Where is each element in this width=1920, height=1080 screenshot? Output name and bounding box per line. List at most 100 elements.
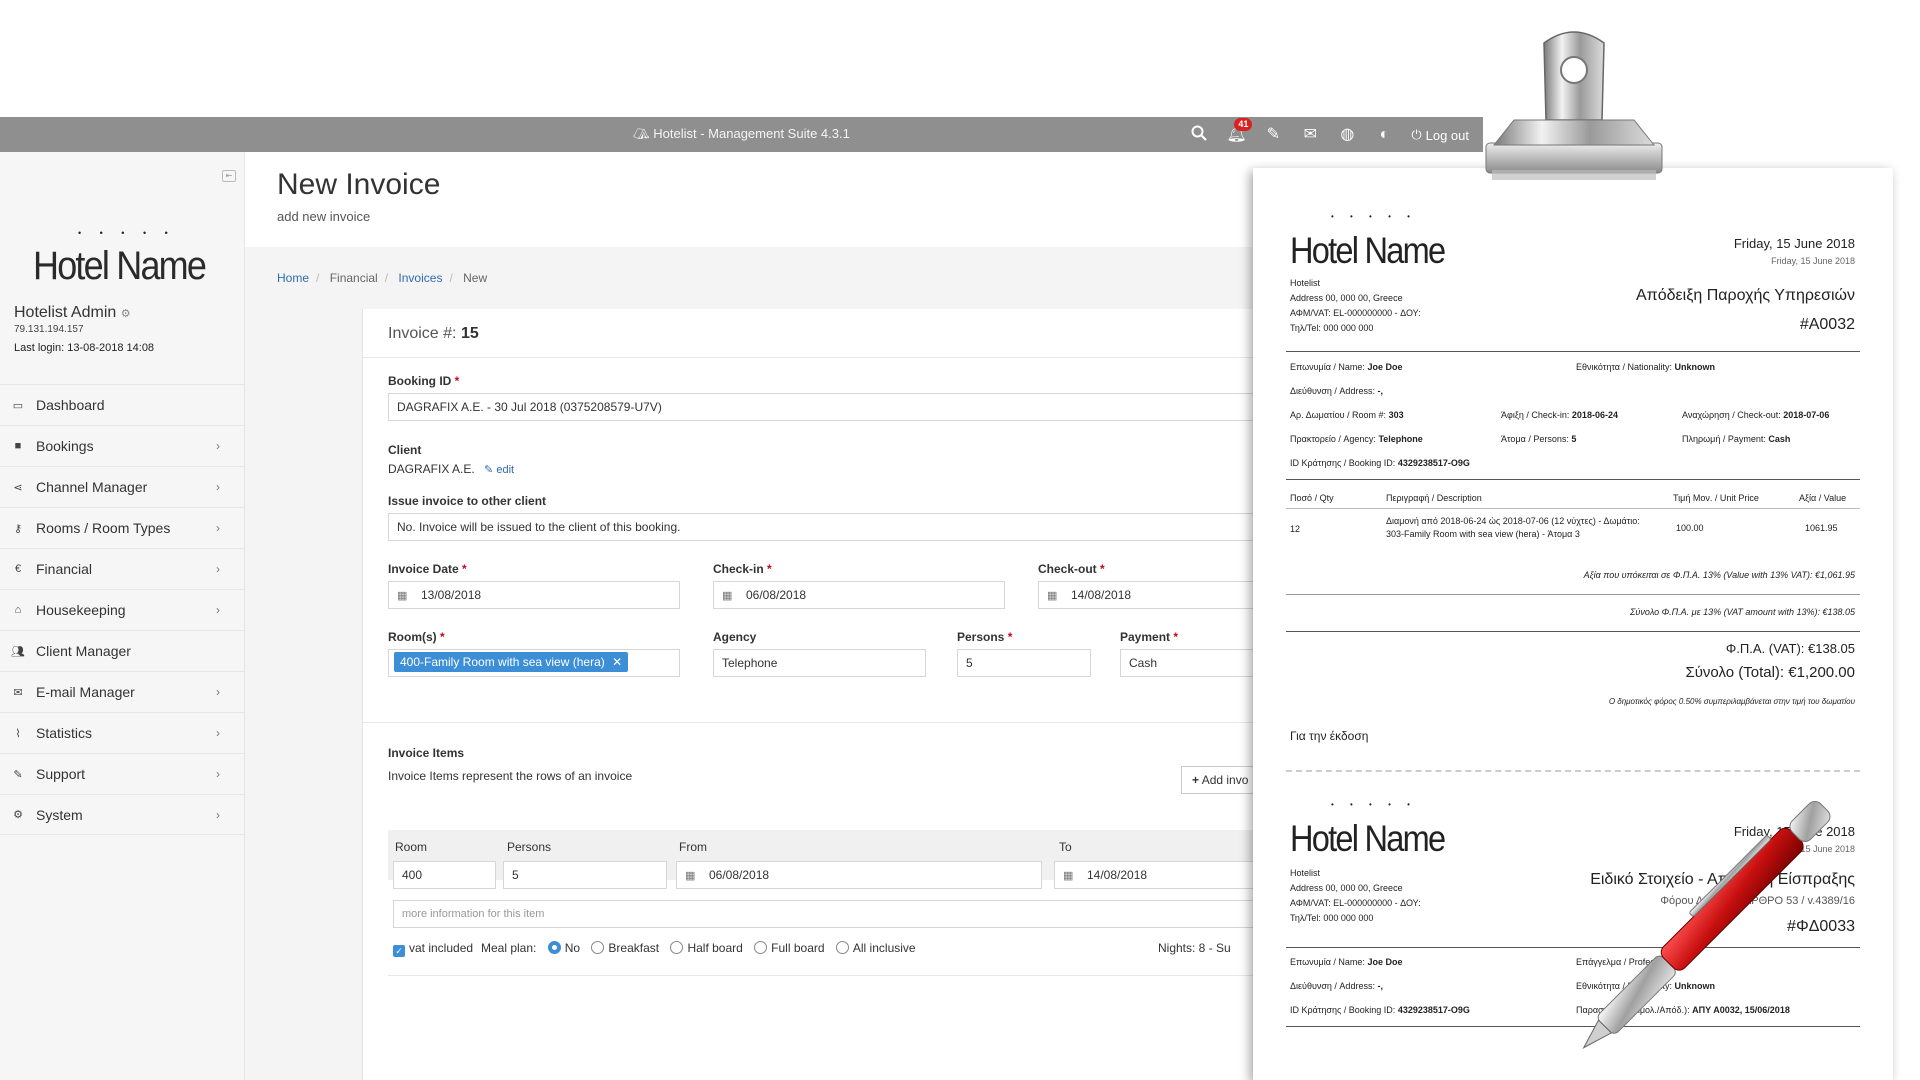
sidebar-item-rooms[interactable]: ⚷ Rooms / Room Types ›: [0, 507, 245, 548]
vat-included-checkbox[interactable]: ✓ vat included: [393, 941, 473, 957]
rooms-multiselect[interactable]: 400-Family Room with sea view (hera) ✕: [388, 649, 680, 677]
item-persons-input[interactable]: 5: [503, 861, 667, 889]
breadcrumb-invoices[interactable]: Invoices: [398, 271, 442, 285]
chevron-right-icon: ›: [216, 767, 220, 781]
sidebar-item-housekeeping[interactable]: ⌂ Housekeeping ›: [0, 589, 245, 630]
item-from-input[interactable]: ▦ 06/08/2018: [676, 861, 1042, 889]
calendar-icon: ▦: [685, 870, 696, 882]
sidebar-item-channel-manager[interactable]: ⋖ Channel Manager ›: [0, 466, 245, 507]
collapse-sidebar-button[interactable]: ⇤: [222, 170, 236, 182]
receipt-payment: Πληρωμή / Payment: Cash: [1682, 434, 1791, 444]
chevron-right-icon: ›: [216, 726, 220, 740]
notification-badge: 41: [1234, 118, 1253, 131]
contrast-icon[interactable]: ◐: [1374, 125, 1394, 145]
receipt-tel: Τηλ/Tel: 000 000 000: [1290, 323, 1374, 333]
receipt2-logo: Hotel Name: [1290, 818, 1446, 859]
receipt-room: Αρ. Δωματίου / Room #: 303: [1290, 410, 1404, 420]
chevron-right-icon: ›: [216, 521, 220, 535]
client-value: DAGRAFIX A.E. ✎ edit: [388, 462, 515, 476]
breadcrumb-financial: Financial: [329, 271, 378, 285]
persons-label: Persons *: [957, 630, 1013, 644]
chevron-right-icon: ›: [216, 603, 220, 617]
receipt-row-desc2: 303-Family Room with sea view (hera) - Ά…: [1386, 529, 1580, 539]
item-room-input[interactable]: 400: [393, 861, 496, 889]
receipt-nationality: Εθνικότητα / Nationality: Unknown: [1576, 362, 1716, 372]
user-ip: 79.131.194.157: [14, 324, 84, 335]
sidebar-item-support[interactable]: ✎ Support ›: [0, 753, 245, 794]
meal-option-breakfast[interactable]: Breakfast: [591, 941, 659, 955]
invoice-items-title: Invoice Items: [388, 746, 465, 760]
receipt-booking-id: ID Κράτησης / Booking ID: 4329238517-O9G: [1290, 458, 1470, 468]
receipt-rule: [1286, 508, 1860, 509]
checkout-label: Check-out *: [1038, 562, 1105, 576]
col-from: From: [679, 840, 707, 854]
logout-button[interactable]: ⏻ Log out: [1411, 127, 1469, 143]
envelope-icon[interactable]: ✉: [1300, 125, 1320, 145]
meal-option-full-board[interactable]: Full board: [754, 941, 825, 955]
briefcase-icon: ■: [14, 440, 22, 452]
users-icon: 👥︎: [11, 645, 25, 658]
breadcrumb-new: New: [463, 271, 488, 285]
sidebar-item-system[interactable]: ⚙ System ›: [0, 794, 245, 835]
sidebar-item-client-manager[interactable]: 👥︎ Client Manager: [0, 630, 245, 671]
receipt-issued-for: Για την έκδοση: [1290, 729, 1369, 743]
meal-option-no[interactable]: No: [547, 941, 580, 955]
ticket-icon[interactable]: ✎: [1263, 125, 1283, 145]
calendar-icon: ▦: [1047, 590, 1058, 602]
chevron-right-icon: ›: [216, 562, 220, 576]
receipt-rule: [1286, 631, 1860, 632]
agency-label: Agency: [713, 630, 757, 644]
receipt-checkout: Αναχώρηση / Check-out: 2018-07-06: [1682, 410, 1830, 420]
checkin-input[interactable]: ▦ 06/08/2018: [713, 581, 1005, 609]
sidebar-item-financial[interactable]: € Financial ›: [0, 548, 245, 589]
receipt-agency: Πρακτορείο / Agency: Telephone: [1290, 434, 1423, 444]
receipt-logo-stars: • • • • •: [1331, 212, 1417, 221]
meal-option-all-inclusive[interactable]: All inclusive: [835, 941, 916, 955]
client-edit-link[interactable]: ✎ edit: [484, 464, 514, 476]
persons-input[interactable]: 5: [957, 649, 1091, 677]
binder-clip-icon: [1485, 31, 1663, 180]
calendar-icon: ▦: [722, 590, 733, 602]
receipt-row-value: 1061.95: [1805, 523, 1838, 533]
monitor-icon: ▭: [12, 399, 24, 412]
receipt-th-desc: Περιγραφή / Description: [1386, 493, 1482, 503]
sidebar-item-bookings[interactable]: ■ Bookings ›: [0, 425, 245, 466]
remove-tag-icon[interactable]: ✕: [612, 655, 622, 669]
globe-icon[interactable]: ◍: [1337, 125, 1357, 145]
settings-gear-icon[interactable]: ⚙: [121, 308, 131, 320]
page-subtitle: add new invoice: [277, 209, 371, 224]
breadcrumb: Home / Financial / Invoices / New: [277, 271, 488, 285]
receipt-vat: ΑΦΜ/VAT: EL-000000000 - ΔΟΥ:: [1290, 308, 1421, 318]
meal-option-half-board[interactable]: Half board: [670, 941, 743, 955]
receipt2-name: Επωνυμία / Name: Joe Doe: [1290, 957, 1403, 967]
receipt2-addr: Διεύθυνση / Address: -,: [1290, 981, 1383, 991]
sidebar-item-email-manager[interactable]: ✉ E-mail Manager ›: [0, 671, 245, 712]
invoice-date-input[interactable]: ▦ 13/08/2018: [388, 581, 680, 609]
page-title: New Invoice: [277, 168, 441, 201]
ticket-icon: ✎: [13, 768, 23, 781]
receipt-th-value: Αξία / Value: [1799, 493, 1847, 503]
receipt-rule: [1286, 594, 1860, 595]
breadcrumb-home[interactable]: Home: [277, 271, 309, 285]
top-toolbar: 🔔︎ 41 ✎ ✉ ◍ ◐ ⏻ Log out: [1189, 118, 1469, 145]
checkbox-checked-icon: ✓: [393, 945, 405, 957]
chevron-right-icon: ›: [216, 480, 220, 494]
receipt-th-qty: Ποσό / Qty: [1290, 493, 1334, 503]
logo-stars: • • • • •: [78, 228, 176, 238]
receipt-rule: [1286, 351, 1860, 352]
room-tag[interactable]: 400-Family Room with sea view (hera) ✕: [394, 652, 629, 672]
cogs-icon: ⚙: [13, 809, 23, 821]
invoice-items-desc: Invoice Items represent the rows of an i…: [388, 769, 633, 783]
plus-icon: +: [1192, 773, 1200, 787]
agency-input[interactable]: Telephone: [713, 649, 926, 677]
sidebar-item-dashboard[interactable]: ▭ Dashboard: [0, 384, 245, 425]
col-room: Room: [395, 840, 428, 854]
nights-summary: Nights: 8 - Su: [1158, 941, 1231, 955]
booking-id-label: Booking ID *: [388, 374, 460, 388]
receipt-doc-no: #A0032: [1799, 316, 1855, 333]
receipt2-logo-stars: • • • • •: [1331, 800, 1417, 809]
sidebar-item-statistics[interactable]: ⌇ Statistics ›: [0, 712, 245, 753]
search-icon[interactable]: [1189, 125, 1209, 145]
payment-label: Payment *: [1120, 630, 1179, 644]
notifications-bell-icon[interactable]: 🔔︎ 41: [1226, 118, 1253, 145]
